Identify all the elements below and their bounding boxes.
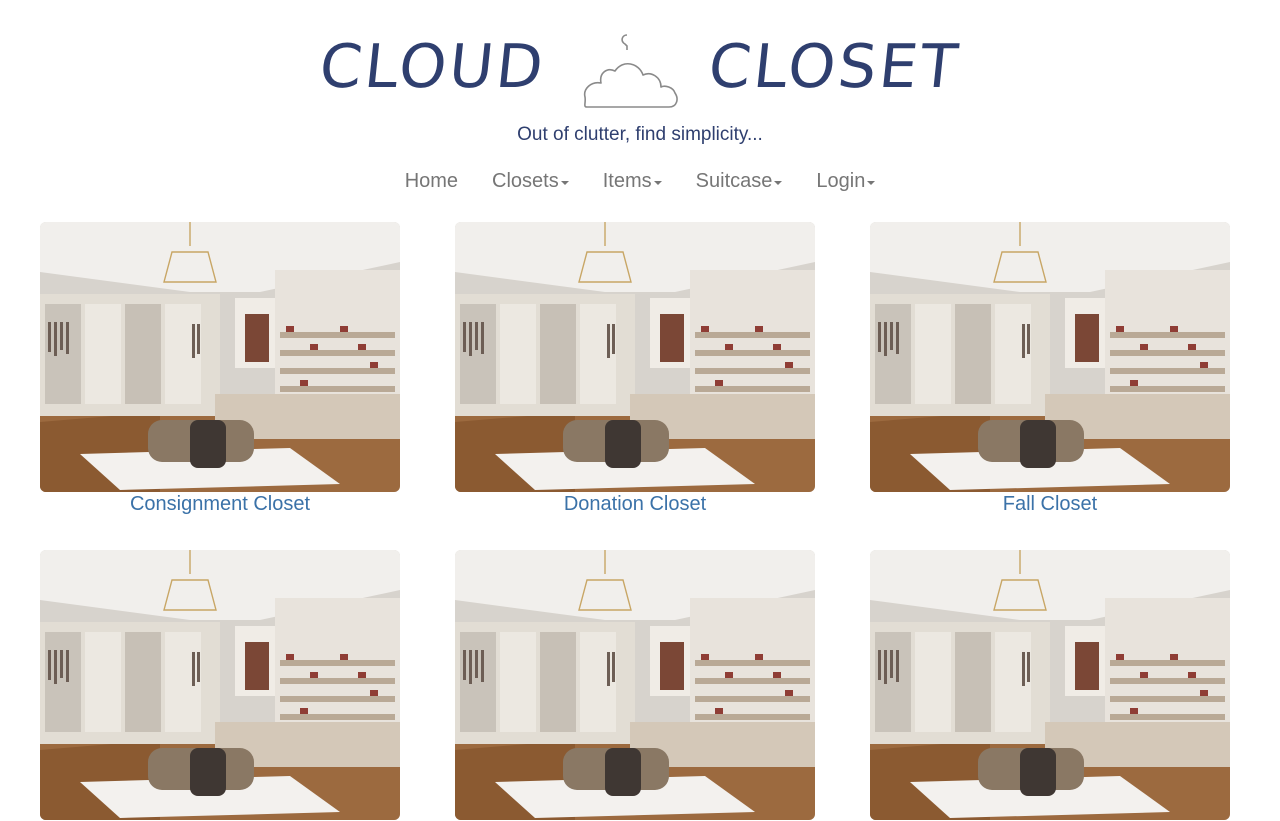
site-header: CLOUD CLOSET Out of clutter, find simpli… <box>0 0 1280 193</box>
closet-card[interactable] <box>455 550 815 821</box>
brand-logo[interactable]: CLOUD CLOSET <box>0 22 1280 112</box>
caret-down-icon <box>560 181 569 185</box>
nav-label: Closets <box>492 170 559 192</box>
nav-login[interactable]: Login <box>799 170 892 193</box>
closet-card[interactable] <box>870 550 1230 821</box>
nav-closets[interactable]: Closets <box>475 170 586 193</box>
nav-home[interactable]: Home <box>388 170 475 193</box>
closet-card[interactable]: Fall Closet <box>870 222 1230 516</box>
brand-word-cloud: CLOUD <box>316 32 549 102</box>
tagline: Out of clutter, find simplicity... <box>517 124 763 145</box>
closet-card[interactable]: Consignment Closet <box>40 222 400 516</box>
nav-items[interactable]: Items <box>586 170 679 193</box>
closet-card[interactable]: Donation Closet <box>455 222 815 516</box>
caret-down-icon <box>774 181 783 185</box>
nav-label: Items <box>602 170 652 192</box>
closet-photo[interactable] <box>870 222 1230 492</box>
nav-label: Login <box>816 170 866 192</box>
nav-label: Home <box>404 170 459 192</box>
closet-photo[interactable] <box>870 550 1230 820</box>
nav-label: Suitcase <box>695 170 773 192</box>
nav-suitcase[interactable]: Suitcase <box>679 170 800 193</box>
cloud-hanger-icon <box>584 34 679 108</box>
closet-name-link[interactable]: Donation Closet <box>455 493 815 516</box>
caret-down-icon <box>867 181 876 185</box>
closet-photo[interactable] <box>455 550 815 820</box>
closet-photo[interactable] <box>455 222 815 492</box>
closet-card[interactable] <box>40 550 400 821</box>
closet-name-link[interactable]: Fall Closet <box>870 493 1230 516</box>
closet-name-link[interactable]: Consignment Closet <box>40 493 400 516</box>
closet-photo[interactable] <box>40 222 400 492</box>
caret-down-icon <box>653 181 662 185</box>
main-nav: Home Closets Items Suitcase Login <box>0 170 1280 193</box>
brand-word-closet: CLOSET <box>705 32 964 102</box>
closet-grid: Consignment Closet Donation Closet Fall … <box>40 222 1230 821</box>
closet-photo[interactable] <box>40 550 400 820</box>
